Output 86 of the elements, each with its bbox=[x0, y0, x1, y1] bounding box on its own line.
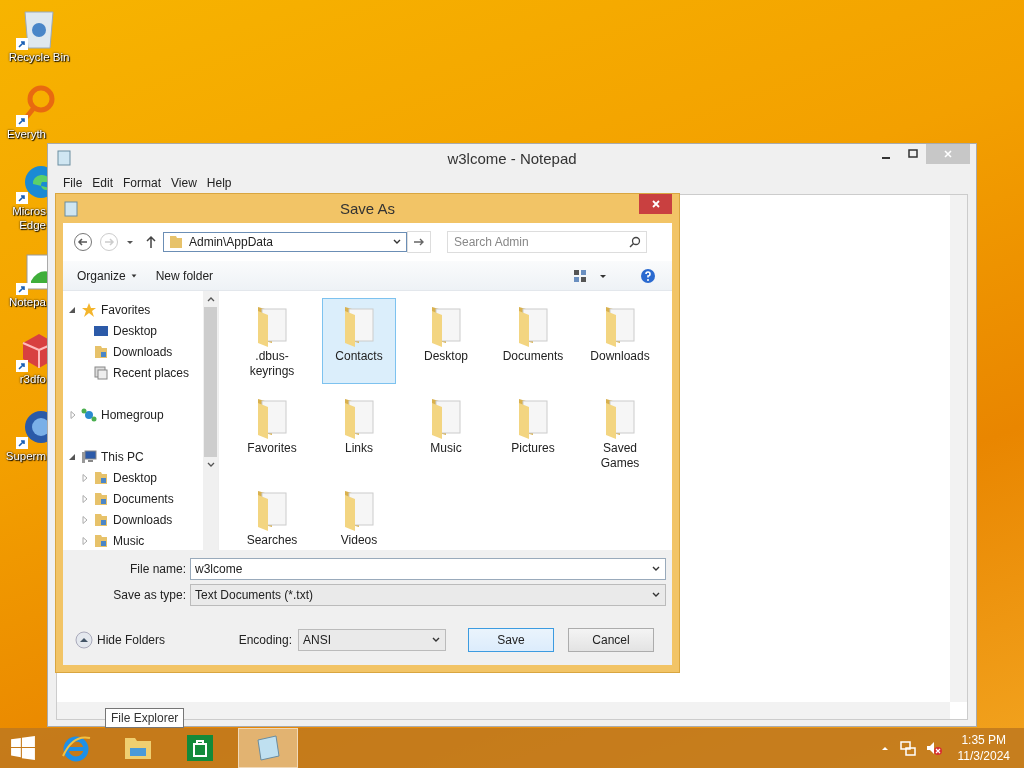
folder-item[interactable]: Documents bbox=[496, 298, 570, 384]
close-button[interactable] bbox=[639, 194, 672, 214]
tree-item[interactable]: Desktop bbox=[113, 323, 158, 338]
folder-item[interactable]: Pictures bbox=[496, 390, 570, 476]
up-arrow-icon[interactable] bbox=[145, 235, 157, 249]
file-name-field[interactable]: w3lcome bbox=[190, 558, 666, 580]
tree-item[interactable]: Music bbox=[113, 533, 145, 548]
encoding-dropdown[interactable]: ANSI bbox=[298, 629, 446, 651]
cancel-button[interactable]: Cancel bbox=[568, 628, 654, 652]
expand-arrow-icon[interactable] bbox=[69, 452, 77, 461]
go-button[interactable] bbox=[407, 231, 431, 253]
shortcut-arrow-icon bbox=[16, 192, 28, 204]
muted-speaker-icon[interactable] bbox=[925, 740, 942, 756]
tree-item[interactable]: Documents bbox=[113, 491, 174, 506]
network-icon bbox=[81, 406, 97, 423]
field-label: File name: bbox=[128, 562, 186, 576]
help-icon[interactable] bbox=[640, 267, 656, 284]
scroll-up-icon[interactable] bbox=[205, 295, 216, 303]
expand-arrow-icon[interactable] bbox=[69, 305, 77, 314]
tree-item[interactable]: Downloads bbox=[113, 344, 173, 359]
notepad-taskbar-button[interactable] bbox=[238, 728, 298, 768]
tree-item[interactable]: Homegroup bbox=[101, 407, 164, 422]
folder-item[interactable]: Music bbox=[409, 390, 483, 476]
tree-item[interactable]: This PC bbox=[101, 449, 144, 464]
minimize-icon bbox=[880, 157, 891, 159]
tree-item[interactable]: Downloads bbox=[113, 512, 173, 527]
vertical-scrollbar[interactable] bbox=[203, 291, 218, 550]
organize-button[interactable]: Organize bbox=[73, 266, 142, 285]
menu-item[interactable]: View bbox=[166, 176, 202, 190]
folder-item[interactable]: Contacts bbox=[322, 298, 396, 384]
folder-item[interactable]: Downloads bbox=[583, 298, 657, 384]
folder-item[interactable]: .dbus-keyrings bbox=[235, 298, 309, 384]
tree-item[interactable]: Favorites bbox=[101, 302, 151, 317]
shortcut-arrow-icon bbox=[16, 38, 28, 50]
store-bag-icon[interactable] bbox=[184, 732, 216, 764]
arrow-right-icon bbox=[413, 237, 425, 247]
tree-item[interactable]: Desktop bbox=[113, 470, 158, 485]
windows-start-icon[interactable] bbox=[10, 735, 36, 761]
dialog-title: Save As bbox=[338, 200, 396, 217]
hide-folders-button[interactable]: Hide Folders bbox=[75, 631, 166, 649]
close-icon bbox=[650, 199, 661, 209]
address-field[interactable]: Admin\AppData bbox=[163, 232, 407, 252]
maximize-icon bbox=[907, 149, 918, 159]
file-type-dropdown[interactable]: Text Documents (*.txt) bbox=[190, 584, 666, 606]
menu-item[interactable]: Format bbox=[118, 176, 167, 190]
new-folder-button[interactable]: New folder bbox=[151, 266, 218, 285]
search-icon bbox=[629, 236, 641, 248]
shortcut-arrow-icon bbox=[16, 283, 28, 295]
network-icon[interactable] bbox=[899, 740, 916, 756]
window-title: w3lcome - Notepad bbox=[446, 149, 578, 167]
folder-item[interactable]: Videos bbox=[322, 482, 396, 553]
save-button[interactable]: Save bbox=[468, 628, 554, 652]
tree-item[interactable]: Recent places bbox=[113, 365, 190, 380]
collapse-up-icon bbox=[75, 631, 93, 649]
field-label: Save as type: bbox=[112, 588, 186, 602]
folder-icon bbox=[168, 234, 184, 250]
view-icon[interactable] bbox=[572, 267, 588, 284]
folder-icon bbox=[93, 469, 109, 486]
shortcut-arrow-icon bbox=[16, 115, 28, 127]
notepad-icon bbox=[56, 150, 72, 166]
folder-item[interactable]: Links bbox=[322, 390, 396, 476]
folder-icon bbox=[93, 490, 109, 507]
star-icon bbox=[81, 301, 97, 318]
back-button[interactable] bbox=[73, 232, 93, 252]
search-field[interactable]: Search Admin bbox=[447, 231, 647, 253]
vertical-scrollbar[interactable] bbox=[950, 195, 967, 702]
folder-icon bbox=[93, 511, 109, 528]
document-stack-icon bbox=[93, 364, 109, 381]
menu-item[interactable]: Edit bbox=[87, 176, 119, 190]
shortcut-arrow-icon bbox=[16, 360, 28, 372]
folder-item[interactable]: Favorites bbox=[235, 390, 309, 476]
folder-icon bbox=[93, 343, 109, 360]
caret-down-icon bbox=[129, 271, 138, 280]
tooltip: File Explorer bbox=[105, 708, 185, 728]
menu-item[interactable]: Help bbox=[201, 176, 237, 190]
close-icon bbox=[943, 149, 953, 159]
folder-item[interactable]: Saved Games bbox=[583, 390, 657, 476]
scroll-down-icon[interactable] bbox=[205, 461, 216, 469]
field-label: Encoding: bbox=[238, 633, 292, 647]
menu-item[interactable]: File bbox=[58, 176, 88, 190]
shortcut-arrow-icon bbox=[16, 437, 28, 449]
folder-item[interactable]: Searches bbox=[235, 482, 309, 553]
computer-icon bbox=[81, 448, 97, 465]
folder-icon bbox=[93, 532, 109, 549]
folder-item[interactable]: Desktop bbox=[409, 298, 483, 384]
notepad-icon bbox=[63, 200, 79, 217]
